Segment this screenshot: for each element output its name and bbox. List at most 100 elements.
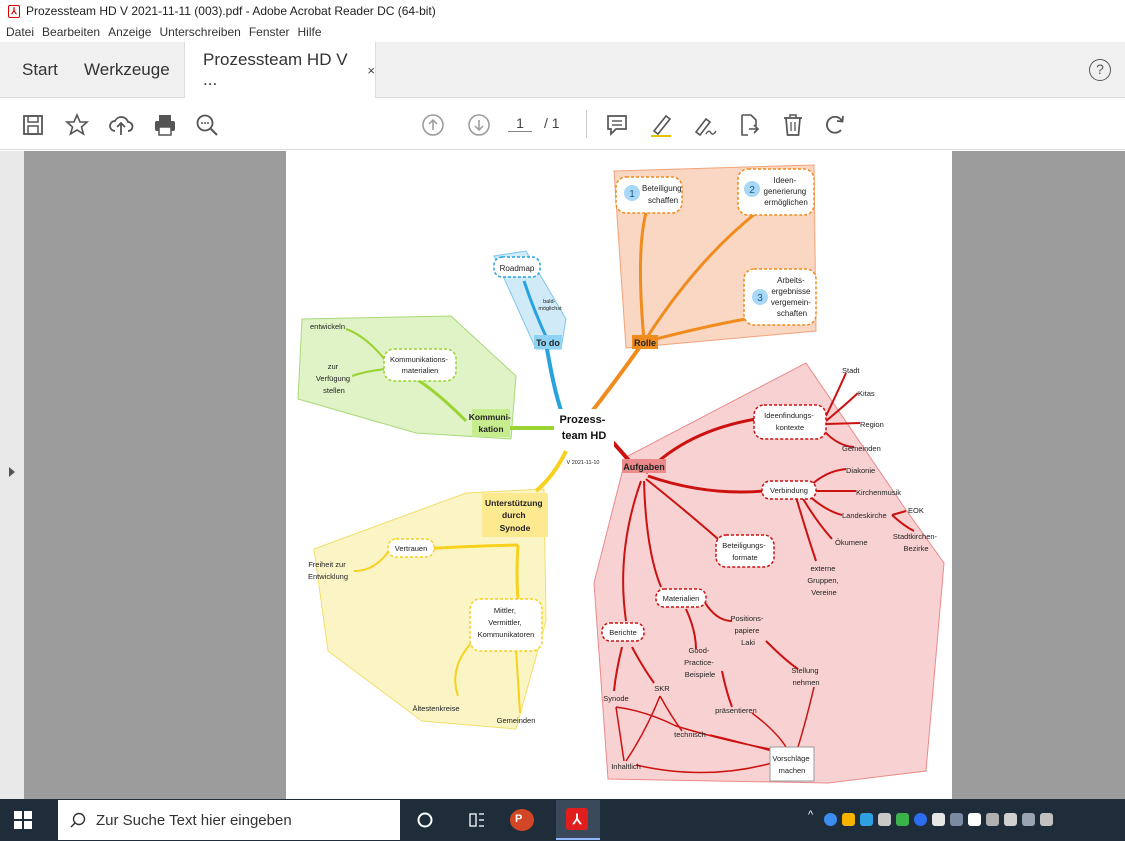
tab-document-label: Prozessteam HD V ... — [203, 50, 348, 89]
inhaltlich-label: Inhaltlich — [611, 762, 641, 771]
menubar: Datei Bearbeiten Anzeige Unterschreiben … — [0, 22, 1125, 42]
acrobat-taskbar-button[interactable]: ⅄ — [556, 800, 600, 840]
praesentieren-label: präsentieren — [715, 706, 757, 715]
tabbar: Start Werkzeuge Prozessteam HD V ... × ? — [0, 42, 1125, 98]
menu-unterschreiben[interactable]: Unterschreiben — [159, 25, 240, 39]
tray-bluetooth-icon[interactable] — [914, 813, 927, 826]
tray-battery-icon[interactable] — [1004, 813, 1017, 826]
good-label: Good- Practice- Beispiele — [684, 646, 716, 679]
oekumene-label: Ökumene — [835, 538, 868, 547]
aufgaben-label: Aufgaben — [623, 462, 665, 472]
skr-label: SKR — [654, 684, 670, 693]
materialien-label: Materialien — [663, 594, 700, 603]
mindmap: 1 Beteiligung schaffen 2 Ideen- generier… — [297, 164, 945, 784]
tray-lock-icon[interactable] — [842, 813, 855, 826]
tab-werkzeuge[interactable]: Werkzeuge — [84, 42, 170, 98]
cortana-icon[interactable] — [416, 811, 434, 829]
pdf-page: 1 Beteiligung schaffen 2 Ideen- generier… — [286, 151, 952, 799]
menu-hilfe[interactable]: Hilfe — [298, 25, 322, 39]
bookmark-star-icon[interactable] — [64, 112, 90, 138]
tray-icon-1[interactable] — [824, 813, 837, 826]
kitas-label: Kitas — [858, 389, 875, 398]
landeskirche-label: Landeskirche — [842, 511, 887, 520]
print-icon[interactable] — [152, 112, 178, 138]
verbindung-label: Verbindung — [770, 486, 808, 495]
tray-outlook-icon[interactable] — [860, 813, 873, 826]
tab-document[interactable]: Prozessteam HD V ... × — [184, 42, 376, 98]
branch-rolle — [584, 339, 646, 421]
rolle-label: Rolle — [634, 338, 656, 348]
branch-unterstuetzung — [534, 450, 568, 493]
windows-start-icon[interactable] — [14, 811, 32, 829]
line-region — [825, 422, 861, 425]
todo-label: To do — [536, 338, 560, 348]
search-icon — [70, 812, 86, 828]
tray-volume-icon[interactable] — [1040, 813, 1053, 826]
acrobat-icon: ⅄ — [8, 4, 20, 18]
toolbar-divider — [586, 110, 587, 138]
badge-2-label: 2 — [749, 185, 755, 196]
rotate-icon[interactable] — [822, 112, 848, 138]
tray-icon-7[interactable] — [932, 813, 945, 826]
powerpoint-taskbar-icon[interactable]: P — [510, 809, 534, 831]
close-tab-icon[interactable]: × — [367, 63, 375, 78]
windows-taskbar: Zur Suche Text hier eingeben P ⅄ ^ — [0, 799, 1125, 841]
expand-arrow-icon[interactable] — [9, 467, 15, 477]
vertrauen-label: Vertrauen — [395, 544, 428, 553]
eok-label: EOK — [908, 506, 924, 515]
save-icon[interactable] — [20, 112, 46, 138]
tray-shield-icon[interactable] — [896, 813, 909, 826]
page-down-icon[interactable] — [466, 112, 492, 138]
gemeinden-y-label: Gemeinden — [497, 716, 536, 725]
page-total: / 1 — [544, 115, 560, 131]
sign-icon[interactable] — [692, 112, 718, 138]
branch-todo — [544, 342, 564, 414]
aeltesten-label: Ältestenkreise — [412, 704, 459, 713]
berichte-label: Berichte — [609, 628, 637, 637]
kirchenmusik-label: Kirchenmusik — [856, 488, 901, 497]
stadt-label: Stadt — [842, 366, 860, 375]
toolbar: 1 / 1 — [0, 98, 1125, 150]
document-area[interactable]: 1 Beteiligung schaffen 2 Ideen- generier… — [0, 151, 1125, 799]
gemeinden-r-label: Gemeinden — [842, 444, 881, 453]
taskbar-search-input[interactable]: Zur Suche Text hier eingeben — [58, 800, 400, 840]
cloud-upload-icon[interactable] — [108, 112, 134, 138]
badge-1-label: 1 — [629, 189, 635, 200]
badge-3-label: 3 — [757, 293, 763, 304]
tray-icon-9[interactable] — [968, 813, 981, 826]
delete-icon[interactable] — [780, 112, 806, 138]
acrobat-taskbar-icon: ⅄ — [566, 808, 588, 830]
node-beteiligungsformate — [715, 534, 775, 568]
technisch-label: technisch — [674, 730, 706, 739]
search-placeholder: Zur Suche Text hier eingeben — [96, 811, 292, 829]
node-kommmaterialien — [383, 348, 457, 382]
branch-mittler — [515, 544, 520, 602]
roadmap-label: Roadmap — [500, 264, 535, 273]
side-panel-toggle[interactable] — [0, 151, 24, 799]
export-pdf-icon[interactable] — [736, 112, 762, 138]
tray-icon-8[interactable] — [950, 813, 963, 826]
search-zoom-icon[interactable] — [194, 112, 220, 138]
menu-bearbeiten[interactable]: Bearbeiten — [42, 25, 100, 39]
diakonie-label: Diakonie — [846, 466, 875, 475]
tab-start[interactable]: Start — [22, 42, 58, 98]
node-vorschlaege — [769, 746, 815, 782]
entwickeln-label: entwickeln — [310, 322, 345, 331]
menu-datei[interactable]: Datei — [6, 25, 34, 39]
window-titlebar: ⅄ Prozessteam HD V 2021-11-11 (003).pdf … — [0, 0, 1125, 22]
externe-label: externe Gruppen, Vereine — [807, 564, 840, 597]
tray-icon-10[interactable] — [986, 813, 999, 826]
help-icon[interactable]: ? — [1089, 59, 1111, 81]
comment-icon[interactable] — [604, 112, 630, 138]
task-view-icon[interactable] — [468, 811, 486, 829]
tray-overflow-icon[interactable]: ^ — [808, 809, 813, 821]
window-title: Prozessteam HD V 2021-11-11 (003).pdf - … — [26, 4, 436, 18]
tray-wifi-icon[interactable] — [1022, 813, 1035, 826]
tray-icon-4[interactable] — [878, 813, 891, 826]
menu-anzeige[interactable]: Anzeige — [108, 25, 151, 39]
page-up-icon[interactable] — [420, 112, 446, 138]
menu-fenster[interactable]: Fenster — [249, 25, 290, 39]
region-label: Region — [860, 420, 884, 429]
highlight-pen-icon[interactable] — [648, 112, 674, 138]
page-number-input[interactable]: 1 — [508, 115, 532, 132]
